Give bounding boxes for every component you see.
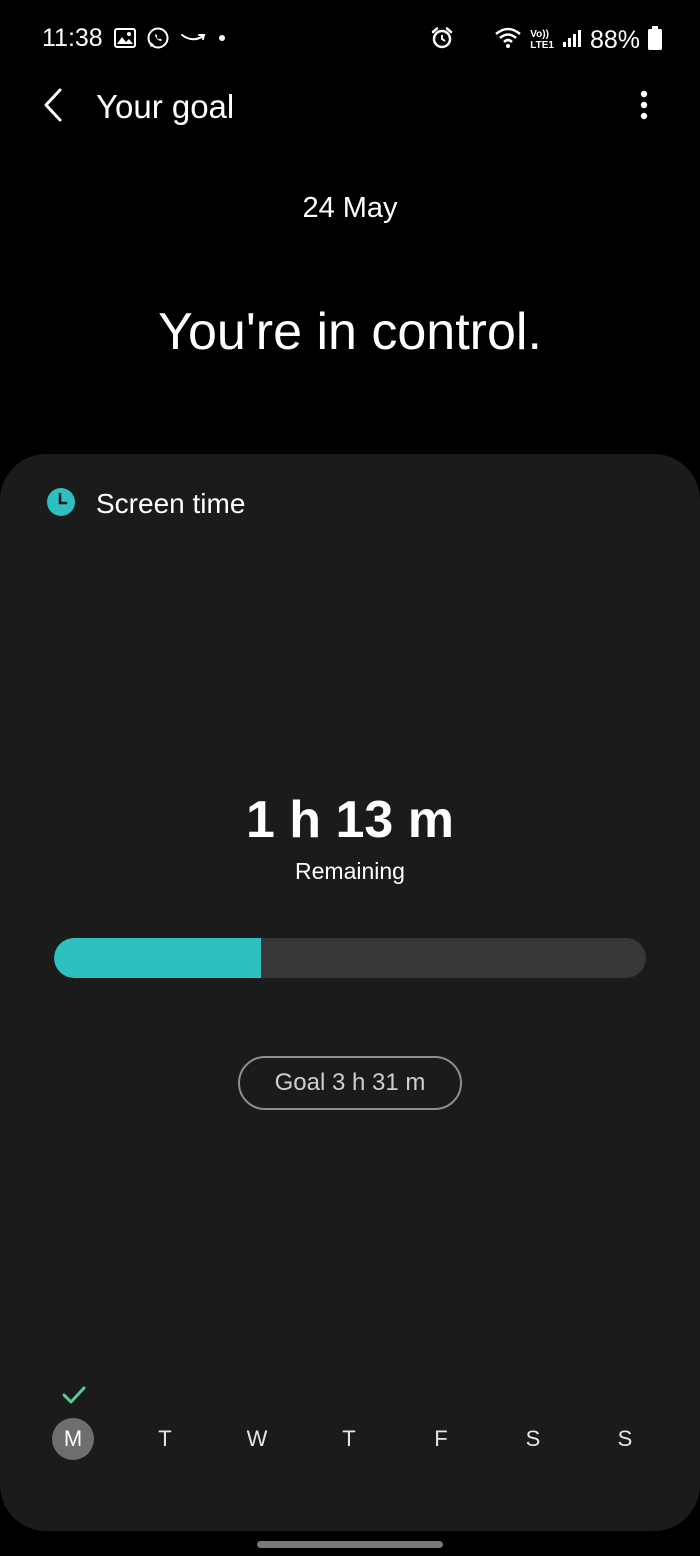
screen-time-card: Screen time 1 h 13 m Remaining Goal 3 h … <box>0 454 700 1531</box>
goal-button[interactable]: Goal 3 h 31 m <box>238 1056 462 1110</box>
battery-percent: 88% <box>589 25 640 54</box>
screen-time-progress-fill <box>54 938 262 978</box>
dot-icon <box>216 31 228 49</box>
volte-lte-icon: Vo)) LTE1 <box>530 29 554 51</box>
day-thursday[interactable]: T <box>328 1418 370 1460</box>
day-tuesday[interactable]: T <box>144 1418 186 1460</box>
more-vertical-icon <box>640 90 648 125</box>
day-saturday[interactable]: S <box>512 1418 554 1460</box>
day-wednesday[interactable]: W <box>236 1418 278 1460</box>
status-bar: 11:38 Vo)) LTE1 88% <box>0 0 700 80</box>
status-time: 11:38 <box>42 24 103 52</box>
home-indicator <box>257 1541 443 1548</box>
alarm-icon <box>430 26 454 55</box>
gallery-icon <box>114 27 136 53</box>
headline: You're in control. <box>158 303 542 361</box>
day-sunday[interactable]: S <box>604 1418 646 1460</box>
whatsapp-icon <box>146 26 170 55</box>
chevron-left-icon <box>42 87 64 128</box>
screen-time-progress-bar <box>54 938 646 978</box>
remaining-time-value: 1 h 13 m <box>245 791 455 849</box>
day-friday[interactable]: F <box>420 1418 462 1460</box>
more-options-button[interactable] <box>624 80 664 134</box>
battery-icon <box>648 25 662 55</box>
day-monday[interactable]: M <box>52 1418 94 1460</box>
date-label: 24 May <box>302 192 398 224</box>
clock-icon <box>46 487 76 522</box>
card-header: Screen time <box>46 484 245 524</box>
amazon-icon <box>180 31 206 50</box>
card-title: Screen time <box>96 488 246 519</box>
remaining-label: Remaining <box>295 858 405 884</box>
system-icons: Vo)) LTE1 88% <box>430 24 662 56</box>
week-day-selector: M T W T F S S <box>27 1418 673 1460</box>
page-title: Your goal <box>96 88 235 125</box>
notification-icons <box>114 26 228 54</box>
check-icon <box>61 1384 87 1406</box>
app-bar: Your goal <box>0 80 700 134</box>
back-button[interactable] <box>30 80 76 134</box>
wifi-icon <box>494 26 522 55</box>
signal-icon <box>562 28 582 53</box>
